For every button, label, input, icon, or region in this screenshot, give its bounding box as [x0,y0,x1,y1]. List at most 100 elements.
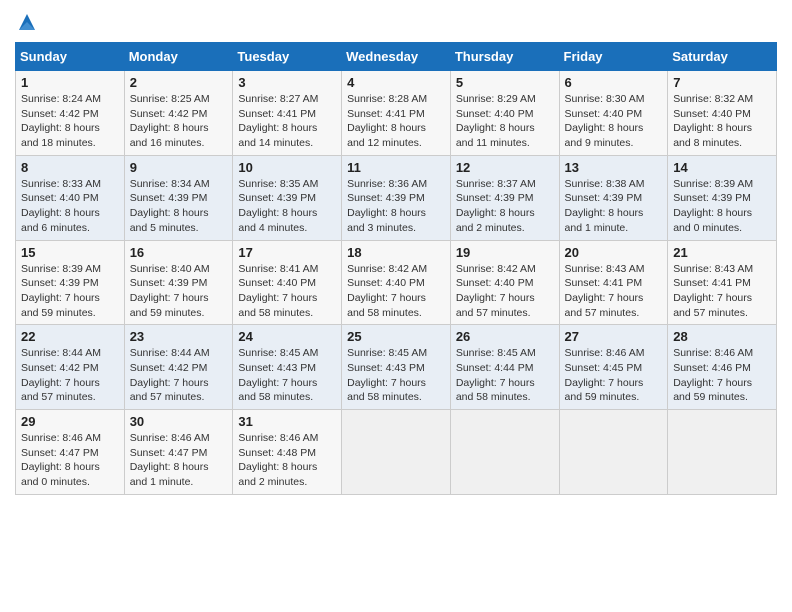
day-cell [342,410,451,495]
day-number: 10 [238,160,336,175]
day-number: 19 [456,245,554,260]
col-tuesday: Tuesday [233,43,342,71]
day-number: 30 [130,414,228,429]
day-info: Sunrise: 8:32 AMSunset: 4:40 PMDaylight:… [673,92,771,151]
day-info: Sunrise: 8:39 AMSunset: 4:39 PMDaylight:… [21,262,119,321]
day-number: 26 [456,329,554,344]
day-number: 9 [130,160,228,175]
day-info: Sunrise: 8:44 AMSunset: 4:42 PMDaylight:… [130,346,228,405]
logo [15,10,41,34]
day-info: Sunrise: 8:24 AMSunset: 4:42 PMDaylight:… [21,92,119,151]
day-number: 3 [238,75,336,90]
day-info: Sunrise: 8:46 AMSunset: 4:47 PMDaylight:… [130,431,228,490]
week-row-3: 22Sunrise: 8:44 AMSunset: 4:42 PMDayligh… [16,325,777,410]
day-cell: 5 Sunrise: 8:29 AMSunset: 4:40 PMDaylight… [450,71,559,156]
day-number: 18 [347,245,445,260]
header [15,10,777,34]
day-info: Sunrise: 8:37 AMSunset: 4:39 PMDaylight:… [456,177,554,236]
day-number: 31 [238,414,336,429]
day-number: 16 [130,245,228,260]
day-cell [559,410,668,495]
day-number: 15 [21,245,119,260]
day-cell: 16 Sunrise: 8:40 AMSunset: 4:39 PMDayligh… [124,240,233,325]
day-cell: 8 Sunrise: 8:33 AMSunset: 4:40 PMDaylight… [16,155,125,240]
col-thursday: Thursday [450,43,559,71]
day-cell: 12 Sunrise: 8:37 AMSunset: 4:39 PMDayligh… [450,155,559,240]
day-info: Sunrise: 8:46 AMSunset: 4:47 PMDaylight:… [21,431,119,490]
day-number: 24 [238,329,336,344]
day-info: Sunrise: 8:43 AMSunset: 4:41 PMDaylight:… [673,262,771,321]
day-number: 25 [347,329,445,344]
day-info: Sunrise: 8:36 AMSunset: 4:39 PMDaylight:… [347,177,445,236]
day-info: Sunrise: 8:43 AMSunset: 4:41 PMDaylight:… [565,262,663,321]
day-cell: 10Sunrise: 8:35 AMSunset: 4:39 PMDayligh… [233,155,342,240]
day-cell: 22Sunrise: 8:44 AMSunset: 4:42 PMDayligh… [16,325,125,410]
day-number: 27 [565,329,663,344]
day-info: Sunrise: 8:25 AMSunset: 4:42 PMDaylight:… [130,92,228,151]
day-info: Sunrise: 8:45 AMSunset: 4:43 PMDaylight:… [238,346,336,405]
day-info: Sunrise: 8:30 AMSunset: 4:40 PMDaylight:… [565,92,663,151]
day-cell [668,410,777,495]
day-number: 11 [347,160,445,175]
day-cell: 17Sunrise: 8:41 AMSunset: 4:40 PMDayligh… [233,240,342,325]
day-info: Sunrise: 8:45 AMSunset: 4:43 PMDaylight:… [347,346,445,405]
day-cell: 31 Sunrise: 8:46 AMSunset: 4:48 PMDayligh… [233,410,342,495]
col-sunday: Sunday [16,43,125,71]
day-info: Sunrise: 8:39 AMSunset: 4:39 PMDaylight:… [673,177,771,236]
day-number: 29 [21,414,119,429]
day-cell: 1 Sunrise: 8:24 AMSunset: 4:42 PMDaylight… [16,71,125,156]
day-cell: 27Sunrise: 8:46 AMSunset: 4:45 PMDayligh… [559,325,668,410]
day-info: Sunrise: 8:46 AMSunset: 4:46 PMDaylight:… [673,346,771,405]
day-number: 4 [347,75,445,90]
day-number: 21 [673,245,771,260]
day-cell: 13 Sunrise: 8:38 AMSunset: 4:39 PMDayligh… [559,155,668,240]
day-number: 2 [130,75,228,90]
day-number: 12 [456,160,554,175]
day-cell: 3 Sunrise: 8:27 AMSunset: 4:41 PMDaylight… [233,71,342,156]
day-info: Sunrise: 8:27 AMSunset: 4:41 PMDaylight:… [238,92,336,151]
day-info: Sunrise: 8:28 AMSunset: 4:41 PMDaylight:… [347,92,445,151]
week-row-0: 1 Sunrise: 8:24 AMSunset: 4:42 PMDaylight… [16,71,777,156]
day-number: 5 [456,75,554,90]
day-info: Sunrise: 8:29 AMSunset: 4:40 PMDaylight:… [456,92,554,151]
col-friday: Friday [559,43,668,71]
day-number: 23 [130,329,228,344]
day-info: Sunrise: 8:34 AMSunset: 4:39 PMDaylight:… [130,177,228,236]
day-info: Sunrise: 8:42 AMSunset: 4:40 PMDaylight:… [347,262,445,321]
day-cell: 6 Sunrise: 8:30 AMSunset: 4:40 PMDaylight… [559,71,668,156]
day-cell: 9 Sunrise: 8:34 AMSunset: 4:39 PMDaylight… [124,155,233,240]
day-number: 28 [673,329,771,344]
day-cell: 28 Sunrise: 8:46 AMSunset: 4:46 PMDayligh… [668,325,777,410]
day-cell [450,410,559,495]
day-number: 14 [673,160,771,175]
day-number: 1 [21,75,119,90]
day-cell: 11 Sunrise: 8:36 AMSunset: 4:39 PMDayligh… [342,155,451,240]
header-row: Sunday Monday Tuesday Wednesday Thursday… [16,43,777,71]
day-info: Sunrise: 8:41 AMSunset: 4:40 PMDaylight:… [238,262,336,321]
day-info: Sunrise: 8:44 AMSunset: 4:42 PMDaylight:… [21,346,119,405]
day-number: 7 [673,75,771,90]
col-monday: Monday [124,43,233,71]
day-cell: 19 Sunrise: 8:42 AMSunset: 4:40 PMDayligh… [450,240,559,325]
day-cell: 21 Sunrise: 8:43 AMSunset: 4:41 PMDayligh… [668,240,777,325]
week-row-4: 29 Sunrise: 8:46 AMSunset: 4:47 PMDayligh… [16,410,777,495]
day-cell: 7 Sunrise: 8:32 AMSunset: 4:40 PMDaylight… [668,71,777,156]
day-cell: 4 Sunrise: 8:28 AMSunset: 4:41 PMDaylight… [342,71,451,156]
day-info: Sunrise: 8:33 AMSunset: 4:40 PMDaylight:… [21,177,119,236]
week-row-1: 8 Sunrise: 8:33 AMSunset: 4:40 PMDaylight… [16,155,777,240]
day-number: 13 [565,160,663,175]
day-cell: 30 Sunrise: 8:46 AMSunset: 4:47 PMDayligh… [124,410,233,495]
day-info: Sunrise: 8:38 AMSunset: 4:39 PMDaylight:… [565,177,663,236]
day-number: 8 [21,160,119,175]
day-number: 6 [565,75,663,90]
week-row-2: 15 Sunrise: 8:39 AMSunset: 4:39 PMDayligh… [16,240,777,325]
calendar-table: Sunday Monday Tuesday Wednesday Thursday… [15,42,777,495]
day-cell: 26Sunrise: 8:45 AMSunset: 4:44 PMDayligh… [450,325,559,410]
day-cell: 29 Sunrise: 8:46 AMSunset: 4:47 PMDayligh… [16,410,125,495]
day-info: Sunrise: 8:42 AMSunset: 4:40 PMDaylight:… [456,262,554,321]
day-info: Sunrise: 8:40 AMSunset: 4:39 PMDaylight:… [130,262,228,321]
day-cell: 15 Sunrise: 8:39 AMSunset: 4:39 PMDayligh… [16,240,125,325]
day-cell: 23 Sunrise: 8:44 AMSunset: 4:42 PMDayligh… [124,325,233,410]
day-info: Sunrise: 8:46 AMSunset: 4:48 PMDaylight:… [238,431,336,490]
day-cell: 20Sunrise: 8:43 AMSunset: 4:41 PMDayligh… [559,240,668,325]
